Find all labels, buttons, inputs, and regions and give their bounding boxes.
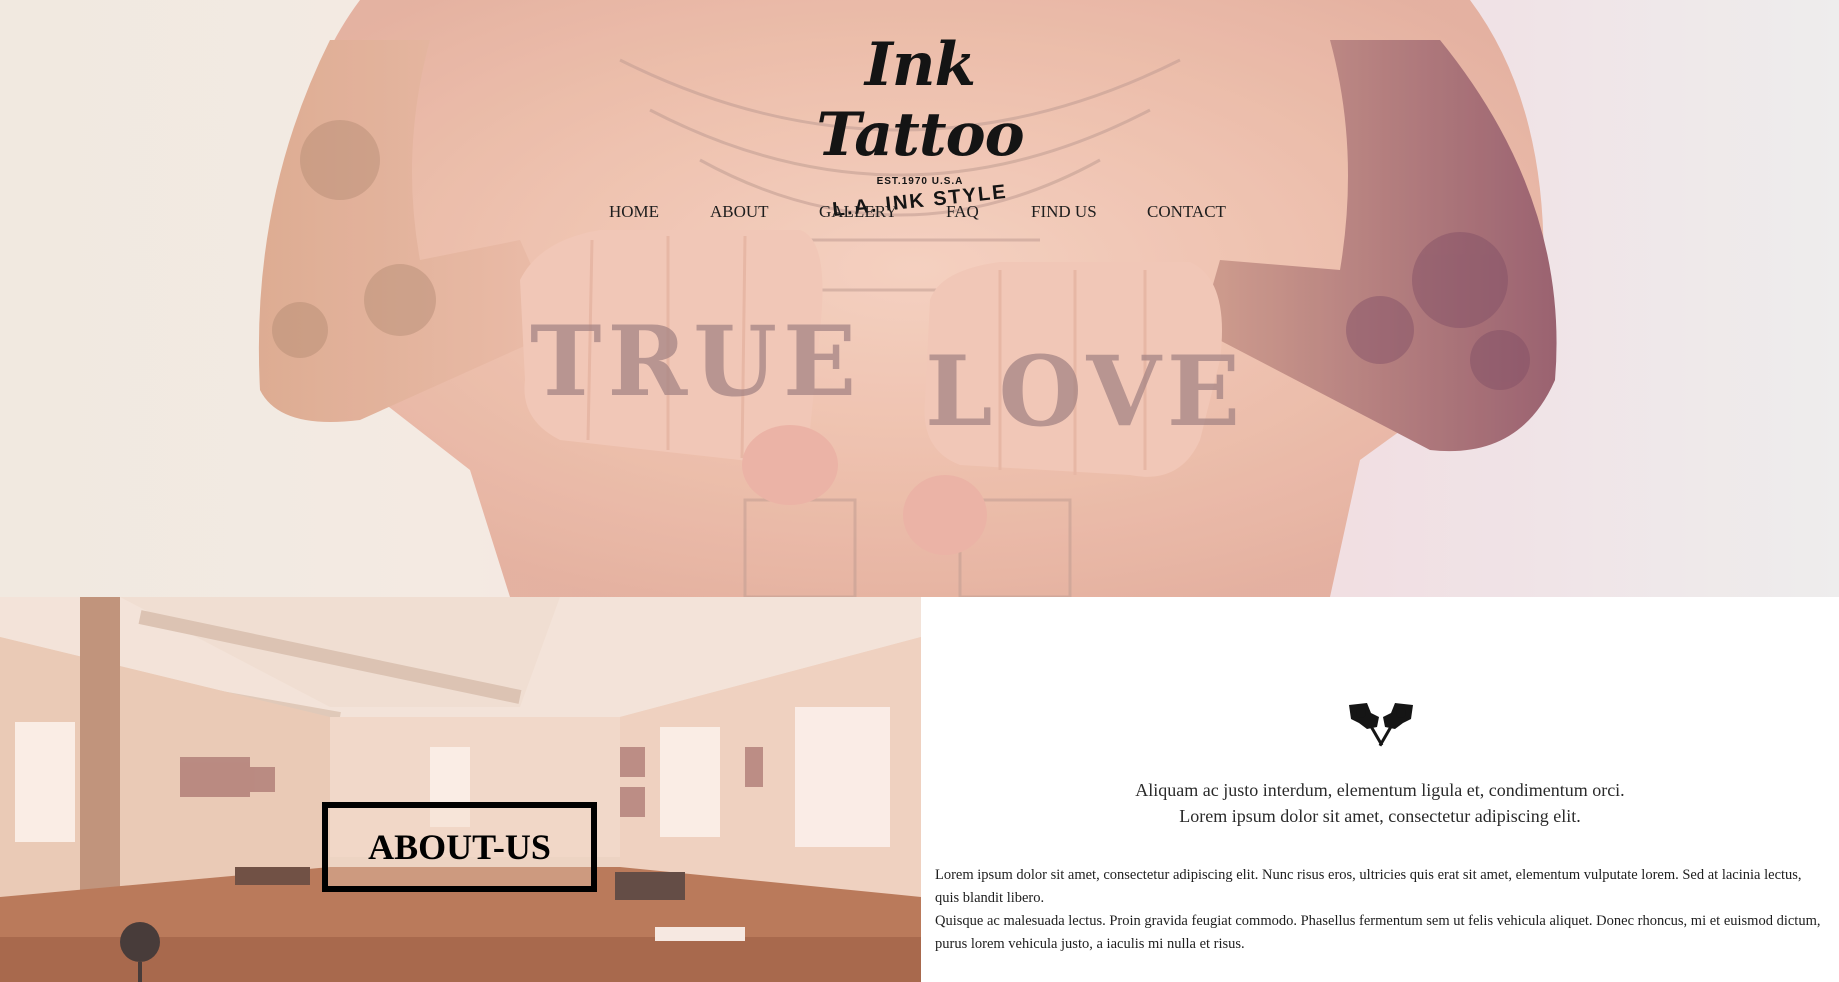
tattoo-machines-icon xyxy=(1349,703,1413,747)
about-intro-line-1: Aliquam ac justo interdum, elementum lig… xyxy=(1135,780,1625,800)
nav-gallery[interactable]: GALLERY xyxy=(819,200,897,224)
about-us-box[interactable]: ABOUT-US xyxy=(322,802,597,892)
hero-section: TRUE LOVE Ink Tattoo EST.1970 U.S.A L.A.… xyxy=(0,0,1839,597)
logo-script-text: Ink Tattoo xyxy=(816,30,1024,170)
studio-photo xyxy=(0,597,921,982)
nav-about[interactable]: ABOUT xyxy=(710,200,769,224)
about-body: Lorem ipsum dolor sit amet, consectetur … xyxy=(935,864,1825,956)
about-paragraph-1: Lorem ipsum dolor sit amet, consectetur … xyxy=(935,867,1802,906)
about-paragraph-2: Quisque ac malesuada lectus. Proin gravi… xyxy=(935,913,1821,952)
main-nav: HOME ABOUT GALLERY FAQ FIND US CONTACT xyxy=(0,200,1839,226)
about-us-title: ABOUT-US xyxy=(368,827,551,867)
brand-logo[interactable]: Ink Tattoo EST.1970 U.S.A L.A. INK STYLE xyxy=(780,20,1060,221)
about-intro: Aliquam ac justo interdum, elementum lig… xyxy=(921,777,1839,829)
about-intro-line-2: Lorem ipsum dolor sit amet, consectetur … xyxy=(1179,806,1581,826)
about-text-panel: Aliquam ac justo interdum, elementum lig… xyxy=(921,597,1839,982)
about-image-panel: ABOUT-US xyxy=(0,597,921,982)
nav-find-us[interactable]: FIND US xyxy=(1031,200,1097,224)
nav-faq[interactable]: FAQ xyxy=(946,200,979,224)
nav-home[interactable]: HOME xyxy=(609,200,659,224)
page: TRUE LOVE Ink Tattoo EST.1970 U.S.A L.A.… xyxy=(0,0,1839,982)
nav-contact[interactable]: CONTACT xyxy=(1147,200,1226,224)
